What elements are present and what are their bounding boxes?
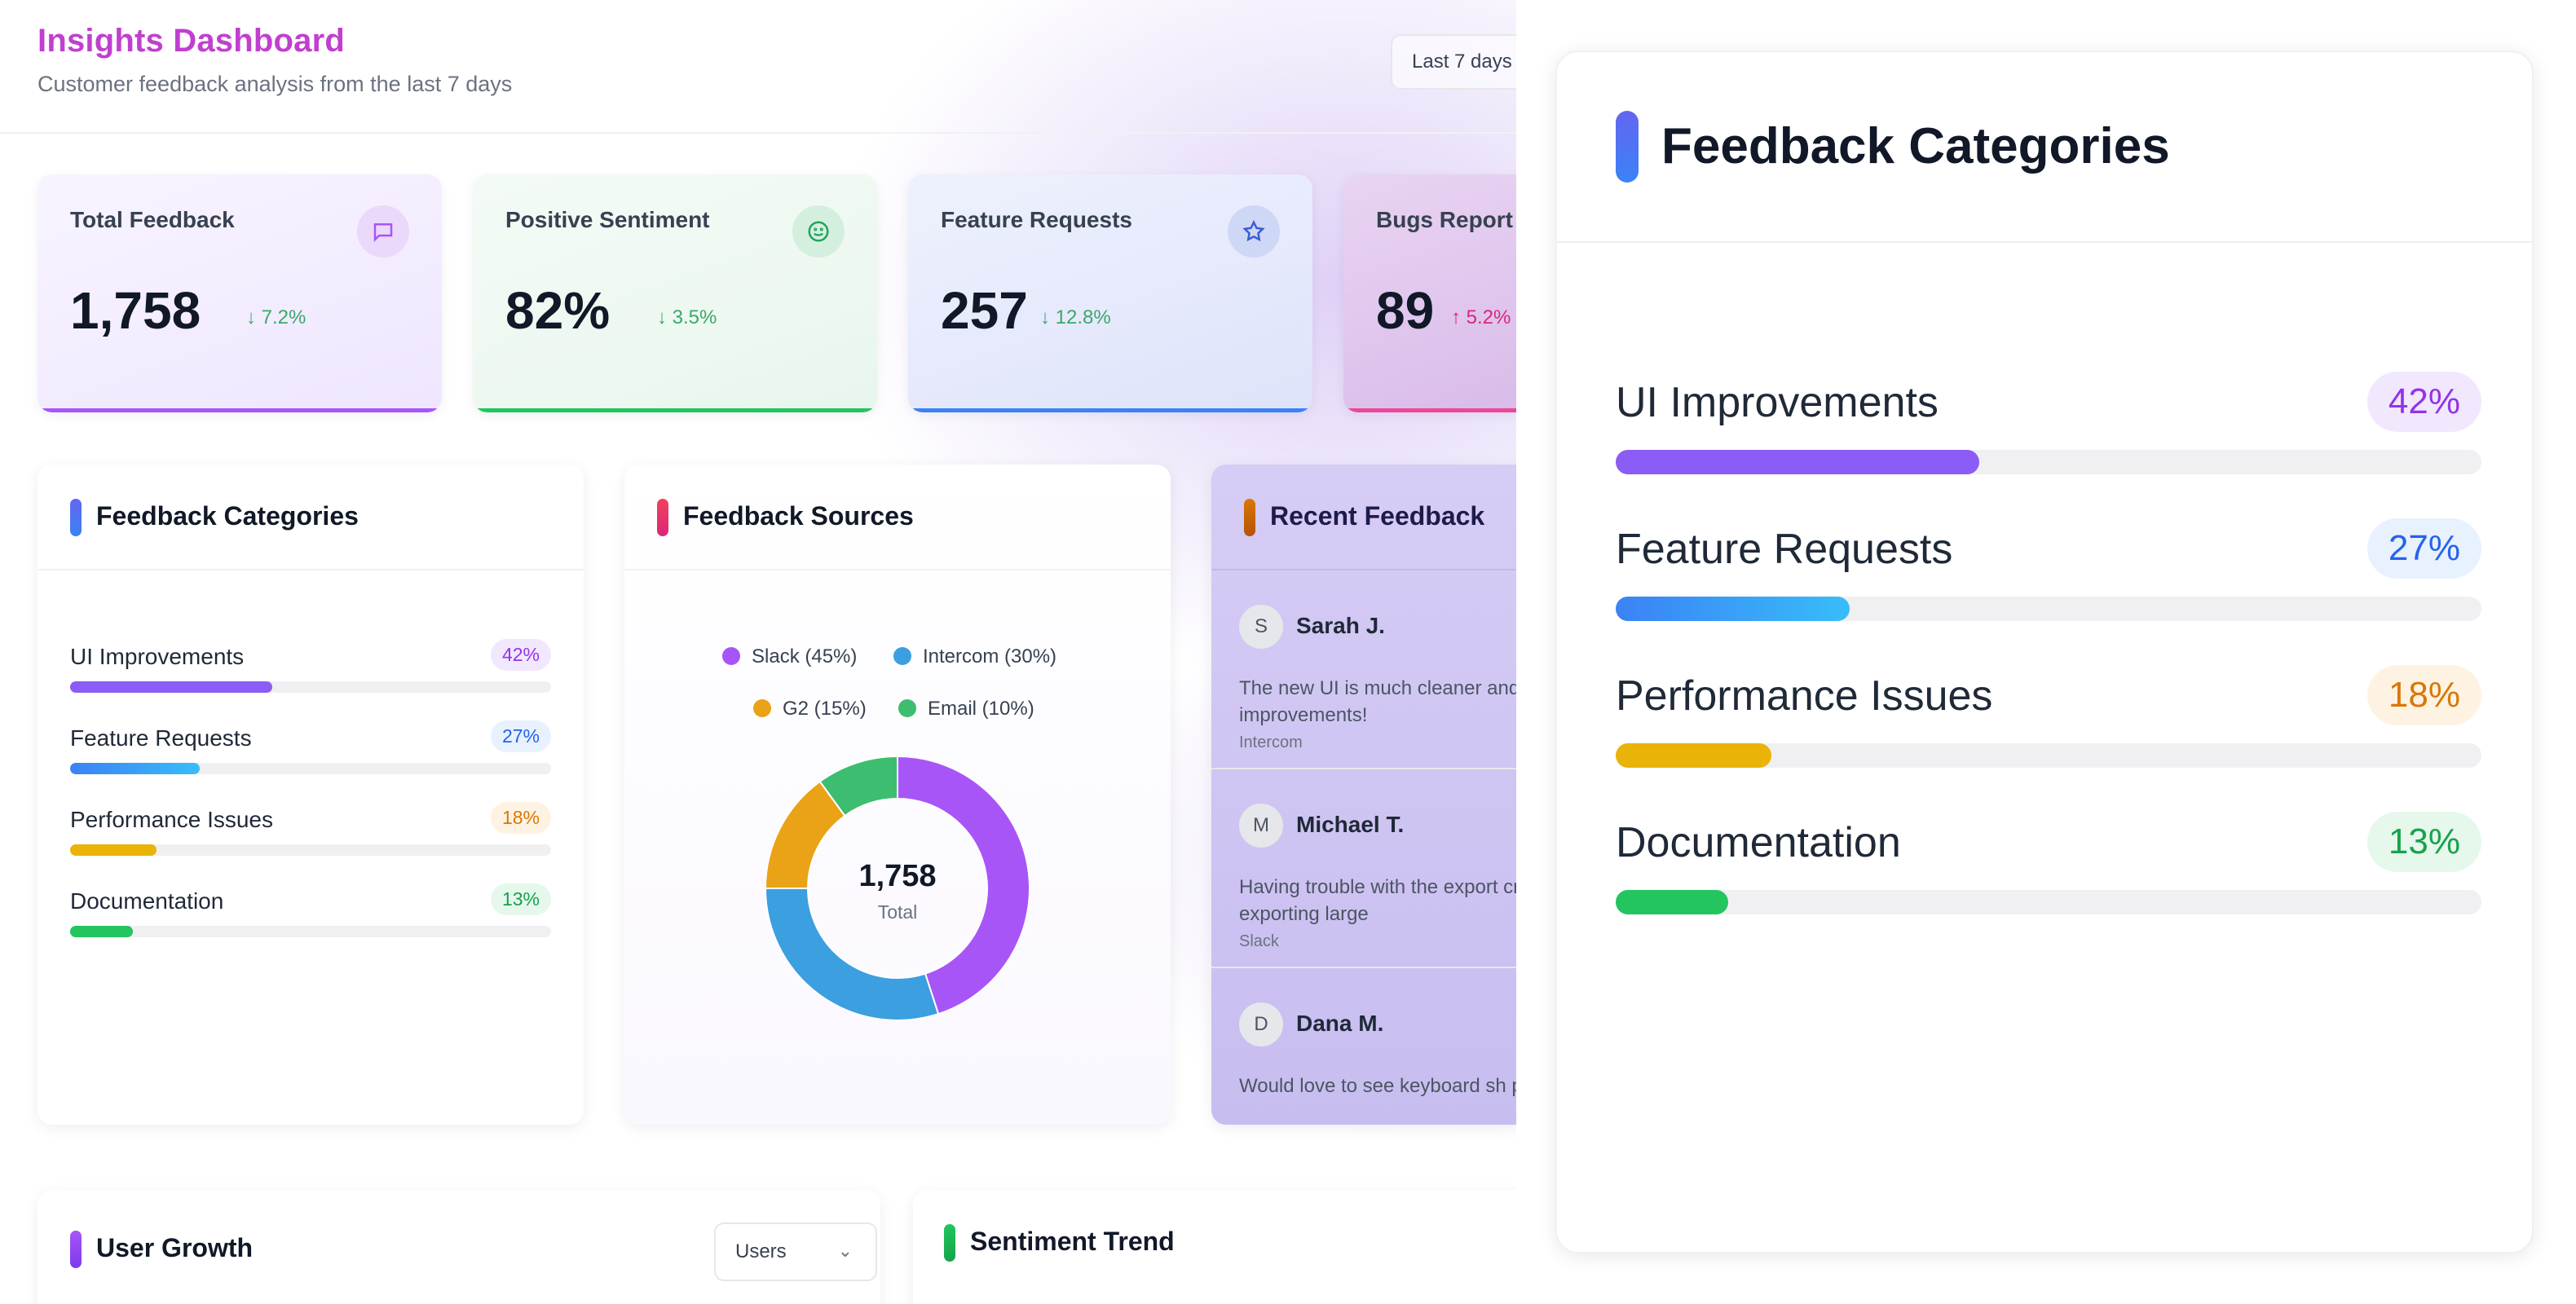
category-name: Feature Requests — [1616, 526, 1953, 573]
category-bar — [70, 926, 133, 937]
stat-value: 257 — [941, 281, 1028, 340]
category-percent: 18% — [2366, 665, 2481, 725]
category-row: UI Improvements 42% — [1616, 372, 2481, 474]
feedback-categories-zoom-card: Feedback Categories UI Improvements 42% … — [1555, 51, 2534, 1253]
category-bar — [70, 681, 272, 693]
category-bar — [70, 844, 157, 856]
feedback-author: Dana M. — [1296, 1011, 1384, 1036]
stat-change: ↑ 5.2% — [1451, 306, 1511, 328]
donut-center-label: Total — [877, 901, 918, 923]
card-title: Recent Feedback — [1270, 501, 1485, 531]
feedback-item[interactable]: M Michael T. Having trouble with the exp… — [1211, 769, 1554, 968]
card-accent — [70, 499, 82, 536]
stat-accent-bar — [37, 408, 442, 412]
category-row: UI Improvements 42% — [70, 639, 551, 693]
stat-change: ↓ 12.8% — [1040, 306, 1111, 328]
top-bar: Insights Dashboard Customer feedback ana… — [0, 0, 1537, 134]
chevron-down-icon: ⌄ — [837, 1240, 853, 1261]
card-title: Feedback Sources — [683, 501, 914, 531]
category-name: UI Improvements — [1616, 379, 1939, 426]
card-accent — [70, 1231, 82, 1268]
category-row: Feature Requests 27% — [1616, 518, 2481, 621]
feedback-text: Would love to see keyboard sh power user… — [1239, 1075, 1554, 1097]
category-name: Performance Issues — [1616, 672, 1993, 720]
stat-card-bugs-report: Bugs Report 89 ↑ 5.2% — [1343, 174, 1516, 412]
feedback-item[interactable]: D Dana M. Would love to see keyboard sh … — [1211, 968, 1554, 1125]
page-title: Insights Dashboard — [37, 23, 345, 59]
feedback-text: The new UI is much cleaner and Love the … — [1239, 677, 1554, 726]
card-title: Feedback Categories — [96, 501, 359, 531]
feedback-source: Slack — [1239, 932, 1279, 950]
stat-change: ↓ 3.5% — [657, 306, 717, 328]
category-percent: 42% — [490, 639, 551, 671]
avatar: D — [1239, 1002, 1283, 1046]
stat-accent-bar — [1343, 408, 1516, 412]
category-percent: 27% — [490, 720, 551, 752]
stat-card-feature-requests: Feature Requests 257 ↓ 12.8% — [908, 174, 1312, 412]
category-percent: 42% — [2366, 372, 2481, 432]
stat-accent-bar — [473, 408, 877, 412]
card-title: Feedback Categories — [1661, 118, 2170, 174]
legend-item-slack: Slack (45%) — [722, 645, 857, 668]
card-accent — [657, 499, 668, 536]
stat-card-positive-sentiment: Positive Sentiment 82% ↓ 3.5% — [473, 174, 877, 412]
metric-select-value: Users — [735, 1240, 787, 1262]
legend-item-intercom: Intercom (30%) — [893, 645, 1056, 668]
feedback-sources-card: Feedback Sources Slack (45%) Intercom (3… — [624, 465, 1171, 1125]
category-row: Performance Issues 18% — [70, 802, 551, 856]
category-row: Performance Issues 18% — [1616, 665, 2481, 768]
card-title: User Growth — [96, 1233, 254, 1262]
category-bar — [1616, 743, 1772, 768]
category-name: UI Improvements — [70, 644, 245, 669]
zoom-panel: Feedback Categories UI Improvements 42% … — [1516, 0, 2576, 1304]
stat-value: 1,758 — [70, 281, 201, 340]
stat-change: ↓ 7.2% — [246, 306, 307, 328]
metric-select[interactable]: Users ⌄ — [714, 1222, 877, 1281]
feedback-source: Intercom — [1239, 734, 1303, 751]
star-icon — [1228, 205, 1280, 258]
donut-center-value: 1,758 — [858, 859, 937, 893]
page-subtitle: Customer feedback analysis from the last… — [37, 72, 513, 96]
message-icon — [357, 205, 409, 258]
smile-icon — [792, 205, 845, 258]
feedback-item[interactable]: S Sarah J. The new UI is much cleaner an… — [1211, 570, 1554, 769]
stat-card-total-feedback: Total Feedback 1,758 ↓ 7.2% — [37, 174, 442, 412]
category-name: Performance Issues — [70, 807, 273, 832]
legend-item-g2: G2 (15%) — [753, 698, 867, 720]
category-name: Documentation — [1616, 819, 1901, 866]
card-accent — [1616, 111, 1639, 183]
category-row: Documentation 13% — [70, 883, 551, 937]
category-name: Feature Requests — [70, 725, 252, 751]
feedback-author: Sarah J. — [1296, 613, 1385, 638]
card-title: Sentiment Trend — [970, 1227, 1175, 1256]
category-bar — [1616, 890, 1729, 914]
avatar: S — [1239, 605, 1283, 649]
legend-item-email: Email (10%) — [898, 698, 1034, 720]
card-accent — [944, 1224, 955, 1262]
category-name: Documentation — [70, 888, 224, 914]
avatar: M — [1239, 804, 1283, 848]
date-range-button[interactable]: Last 7 days — [1391, 34, 1537, 90]
category-percent: 13% — [490, 883, 551, 915]
category-bar — [1616, 597, 1850, 621]
stat-value: 82% — [505, 281, 611, 340]
stat-value: 89 — [1376, 281, 1435, 340]
category-percent: 13% — [2366, 812, 2481, 872]
category-percent: 27% — [2366, 518, 2481, 579]
category-row: Documentation 13% — [1616, 812, 2481, 914]
recent-feedback-card: Recent Feedback S Sarah J. The new UI is… — [1211, 465, 1554, 1125]
stat-accent-bar — [908, 408, 1312, 412]
card-accent — [1244, 499, 1255, 536]
category-bar — [1616, 450, 1980, 474]
feedback-author: Michael T. — [1296, 812, 1405, 837]
category-percent: 18% — [490, 802, 551, 834]
category-row: Feature Requests 27% — [70, 720, 551, 774]
user-growth-card: User Growth Users ⌄ — [37, 1190, 880, 1304]
feedback-categories-card: Feedback Categories UI Improvements 42% … — [37, 465, 584, 1125]
category-bar — [70, 763, 201, 774]
stat-label: Bugs Report — [1376, 207, 1513, 232]
feedback-text: Having trouble with the export crashes w… — [1239, 876, 1554, 925]
